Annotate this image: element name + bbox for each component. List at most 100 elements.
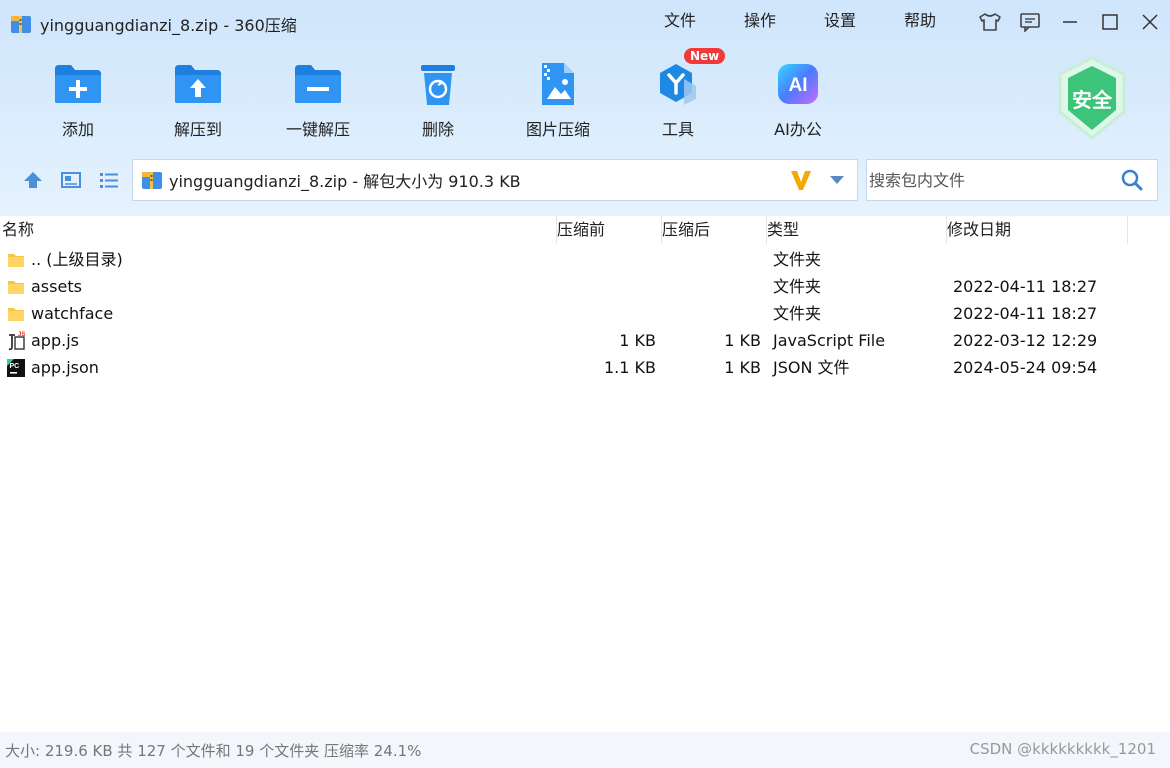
- js-file-icon: JS: [8, 332, 25, 351]
- menu-file[interactable]: 文件: [640, 10, 720, 32]
- tools-button[interactable]: New 工具: [618, 48, 738, 140]
- svg-text:JS: JS: [18, 332, 25, 338]
- file-date: 2022-04-11 18:27: [953, 304, 1098, 323]
- folder-icon: [8, 308, 24, 321]
- tools-icon: [660, 64, 696, 105]
- file-type: JavaScript File: [773, 331, 886, 350]
- thumbnail-view-button[interactable]: [52, 163, 90, 197]
- one-click-extract-icon: [295, 65, 341, 103]
- menu-operate[interactable]: 操作: [720, 10, 800, 32]
- skin-button[interactable]: [970, 8, 1010, 36]
- image-compress-label: 图片压缩: [525, 120, 590, 139]
- dropdown-arrow-icon[interactable]: [827, 170, 847, 190]
- maximize-icon: [1102, 14, 1118, 30]
- file-size-before: [560, 246, 656, 273]
- file-type: 文件夹: [773, 250, 822, 269]
- safe-shield-button[interactable]: 安全: [1056, 56, 1128, 142]
- zip-archive-icon: [142, 172, 162, 189]
- ai-office-button[interactable]: AI AI办公: [738, 58, 858, 140]
- archive-summary: 大小: 219.6 KB 共 127 个文件和 19 个文件夹 压缩率 24.1…: [5, 742, 422, 760]
- file-date: 2022-04-11 18:27: [953, 277, 1098, 296]
- one-click-extract-button[interactable]: 一键解压: [258, 58, 378, 140]
- file-type: 文件夹: [773, 304, 822, 323]
- new-badge: New: [684, 48, 726, 64]
- list-item-watchface[interactable]: watchface 文件夹 2022-04-11 18:27: [0, 300, 1170, 327]
- folder-icon: [8, 281, 24, 294]
- svg-text:PC: PC: [10, 363, 20, 370]
- column-name[interactable]: 名称: [0, 216, 557, 244]
- file-type: 文件夹: [773, 277, 822, 296]
- close-icon: [1142, 14, 1158, 30]
- delete-button[interactable]: 删除: [378, 58, 498, 140]
- status-bar: 大小: 219.6 KB 共 127 个文件和 19 个文件夹 压缩率 24.1…: [0, 732, 1170, 768]
- list-item-parent-dir[interactable]: .. (上级目录) 文件夹: [0, 246, 1170, 273]
- file-date: 2024-05-24 09:54: [953, 358, 1098, 377]
- zip-archive-icon: [11, 16, 31, 33]
- message-icon: [1020, 13, 1040, 32]
- ai-office-label: AI办公: [774, 120, 822, 139]
- image-compress-button[interactable]: 图片压缩: [498, 58, 618, 140]
- file-size-after: 1 KB: [724, 358, 761, 377]
- column-size-after[interactable]: 压缩后: [662, 216, 767, 244]
- one-click-extract-label: 一键解压: [285, 120, 350, 139]
- add-folder-icon: [55, 65, 101, 103]
- column-type[interactable]: 类型: [767, 216, 947, 244]
- nav-controls: [14, 163, 128, 197]
- image-compress-icon: [542, 63, 574, 105]
- file-name: assets: [31, 277, 82, 296]
- arrow-up-icon: [24, 172, 42, 188]
- list-view-icon: [100, 173, 118, 188]
- address-bar[interactable]: yingguangdianzi_8.zip - 解包大小为 910.3 KB: [132, 159, 858, 201]
- file-name: .. (上级目录): [31, 250, 123, 269]
- extract-to-label: 解压到: [173, 120, 222, 139]
- add-button[interactable]: 添加: [18, 58, 138, 140]
- pycharm-file-icon: PC: [7, 359, 25, 377]
- file-size-after: [664, 300, 761, 327]
- close-button[interactable]: [1130, 8, 1170, 36]
- window-controls: [970, 8, 1170, 36]
- safe-label: 安全: [1072, 88, 1112, 112]
- folder-icon: [8, 254, 24, 267]
- file-size-before: 1 KB: [619, 331, 656, 350]
- search-button[interactable]: [1117, 165, 1147, 195]
- watermark-text: CSDN @kkkkkkkkk_1201: [969, 740, 1156, 758]
- menu-help[interactable]: 帮助: [880, 10, 960, 32]
- address-text: yingguangdianzi_8.zip - 解包大小为 910.3 KB: [169, 172, 521, 191]
- search-icon: [1121, 169, 1143, 191]
- menu-settings[interactable]: 设置: [800, 10, 880, 32]
- list-view-button[interactable]: [90, 163, 128, 197]
- file-name: app.json: [31, 358, 99, 377]
- delete-label: 删除: [421, 120, 454, 139]
- search-input[interactable]: [867, 169, 1117, 191]
- minimize-button[interactable]: [1050, 8, 1090, 36]
- search-box: [866, 159, 1158, 201]
- column-modified-date[interactable]: 修改日期: [947, 216, 1128, 244]
- file-list-header: 名称 压缩前 压缩后 类型 修改日期: [0, 216, 1170, 244]
- svg-text:AI: AI: [789, 75, 808, 96]
- file-size-after: [664, 273, 761, 300]
- v-logo-icon[interactable]: [789, 168, 813, 192]
- ai-office-icon: AI: [778, 64, 818, 104]
- menu-bar: 文件 操作 设置 帮助: [640, 10, 960, 32]
- trash-icon: [421, 65, 455, 105]
- file-size-after: 1 KB: [724, 331, 761, 350]
- tools-label: 工具: [661, 120, 694, 139]
- extract-to-button[interactable]: 解压到: [138, 58, 258, 140]
- file-name: watchface: [31, 304, 114, 323]
- up-level-button[interactable]: [14, 163, 52, 197]
- extract-folder-icon: [175, 65, 221, 103]
- window-title: yingguangdianzi_8.zip - 360压缩: [40, 16, 297, 35]
- file-size-before: [560, 300, 656, 327]
- add-label: 添加: [61, 120, 94, 139]
- maximize-button[interactable]: [1090, 8, 1130, 36]
- file-size-before: [560, 273, 656, 300]
- list-item-app-js[interactable]: JS app.js 1 KB 1 KB JavaScript File 2022…: [0, 327, 1170, 354]
- file-list: .. (上级目录) 文件夹 assets 文件夹 2022-04-11 18:2…: [0, 246, 1170, 381]
- title-bar: yingguangdianzi_8.zip - 360压缩: [10, 10, 297, 38]
- feedback-button[interactable]: [1010, 8, 1050, 36]
- list-item-app-json[interactable]: PC app.json 1.1 KB 1 KB JSON 文件 2024-05-…: [0, 354, 1170, 381]
- main-toolbar: 添加 解压到 一键解压 删除 图片压缩 New 工具 AI AI办公: [18, 48, 858, 140]
- list-item-assets[interactable]: assets 文件夹 2022-04-11 18:27: [0, 273, 1170, 300]
- column-size-before[interactable]: 压缩前: [557, 216, 662, 244]
- minimize-icon: [1063, 21, 1077, 23]
